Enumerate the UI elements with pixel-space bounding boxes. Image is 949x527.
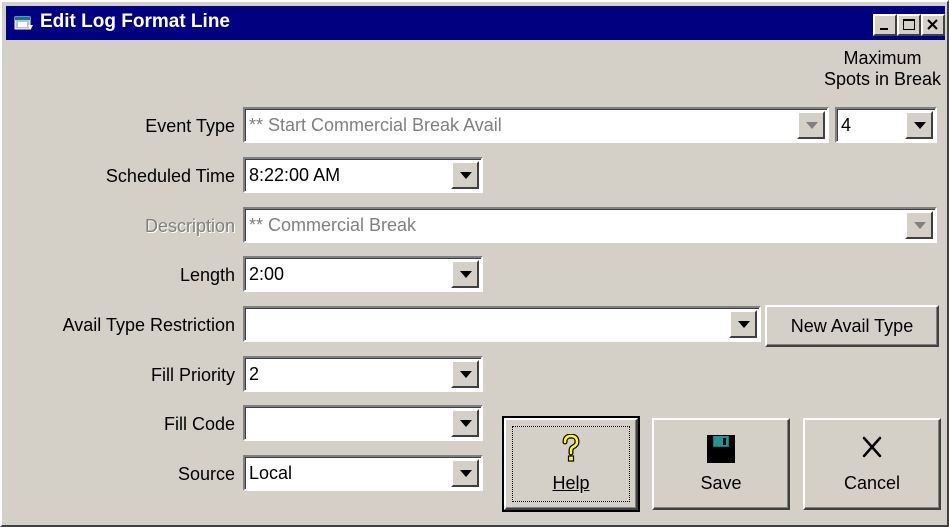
max-spots-dropdown-button[interactable] (905, 111, 933, 139)
event-type-value: ** Start Commercial Break Avail (249, 115, 502, 135)
scheduled-time-select[interactable]: 8:22:00 AM (243, 157, 483, 193)
description-label: Description (144, 216, 235, 236)
description-select[interactable]: ** Commercial Break (243, 207, 937, 243)
fill-priority-select[interactable]: 2 (243, 356, 483, 392)
help-button-label: Help (552, 473, 590, 493)
source-label: Source (177, 464, 235, 484)
fill-code-dropdown-button[interactable] (451, 409, 479, 437)
description-value: ** Commercial Break (249, 215, 417, 235)
scheduled-time-value: 8:22:00 AM (249, 165, 341, 185)
fill-priority-dropdown-button[interactable] (451, 360, 479, 388)
max-spots-heading-line1: Maximum (843, 48, 922, 68)
description-dropdown-button[interactable] (905, 211, 933, 239)
max-spots-heading-line2: Spots in Break (823, 69, 941, 89)
fill-priority-value: 2 (249, 364, 260, 384)
event-type-select[interactable]: ** Start Commercial Break Avail (243, 107, 829, 143)
cancel-button-label: Cancel (843, 473, 901, 493)
edit-log-format-line-window: Edit Log Format Line Maximum Spots in Br… (0, 0, 949, 527)
fill-code-label: Fill Code (163, 414, 235, 434)
chevron-down-icon (914, 122, 926, 129)
scheduled-time-label: Scheduled Time (105, 166, 235, 186)
maximize-icon (903, 19, 915, 30)
event-type-label: Event Type (145, 116, 235, 136)
question-mark-icon (562, 434, 580, 462)
close-icon (927, 19, 938, 30)
scheduled-time-dropdown-button[interactable] (451, 161, 479, 189)
max-spots-value: 4 (841, 115, 852, 135)
title-bar[interactable]: Edit Log Format Line (6, 6, 945, 40)
save-button[interactable]: Save (652, 418, 790, 510)
length-select[interactable]: 2:00 (243, 256, 483, 292)
floppy-disk-icon (707, 435, 735, 463)
event-type-dropdown-button[interactable] (797, 111, 825, 139)
source-select[interactable]: Local (243, 455, 483, 491)
source-dropdown-button[interactable] (451, 459, 479, 487)
chevron-down-icon (460, 420, 472, 427)
save-button-label: Save (700, 473, 742, 493)
new-avail-type-button[interactable]: New Avail Type (765, 305, 939, 347)
minimize-button[interactable] (873, 14, 897, 36)
app-window-icon (14, 16, 33, 30)
chevron-down-icon (460, 271, 472, 278)
cancel-button[interactable]: Cancel (803, 418, 941, 510)
minimize-icon (880, 28, 888, 30)
avail-type-restriction-select[interactable] (243, 306, 761, 342)
max-spots-select[interactable]: 4 (835, 107, 937, 143)
close-button[interactable] (921, 14, 945, 36)
source-value: Local (249, 463, 293, 483)
chevron-down-icon (914, 222, 926, 229)
length-value: 2:00 (249, 264, 285, 284)
x-icon (862, 436, 882, 458)
chevron-down-icon (460, 172, 472, 179)
chevron-down-icon (460, 371, 472, 378)
window-title: Edit Log Format Line (40, 11, 230, 32)
fill-code-select[interactable] (243, 405, 483, 441)
new-avail-type-label: New Avail Type (790, 316, 914, 336)
avail-type-restriction-label: Avail Type Restriction (62, 315, 235, 335)
length-dropdown-button[interactable] (451, 260, 479, 288)
maximize-button[interactable] (897, 14, 921, 36)
chevron-down-icon (460, 470, 472, 477)
max-spots-heading: Maximum Spots in Break (824, 48, 941, 90)
fill-priority-label: Fill Priority (151, 365, 235, 385)
chevron-down-icon (738, 321, 750, 328)
chevron-down-icon (806, 122, 818, 129)
avail-type-restriction-dropdown-button[interactable] (729, 310, 757, 338)
help-button[interactable]: Help (502, 416, 640, 512)
length-label: Length (179, 265, 235, 285)
